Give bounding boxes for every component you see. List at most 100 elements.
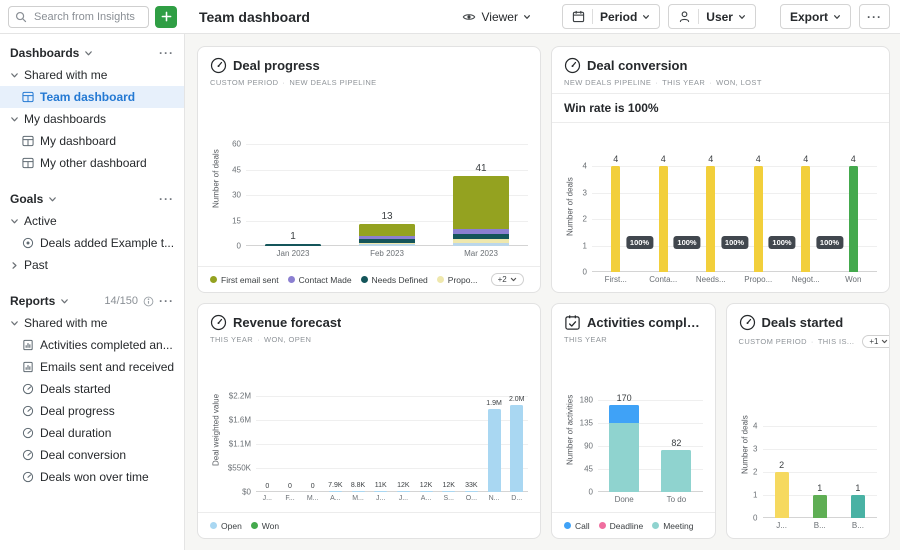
more-button[interactable]: ··· — [859, 4, 890, 29]
bar-b[interactable] — [813, 495, 827, 518]
legend-dot — [361, 276, 368, 283]
bar-n[interactable] — [488, 409, 501, 492]
section-menu-icon[interactable]: ··· — [159, 192, 174, 206]
sidebar-item-my-other-dashboard[interactable]: My other dashboard — [0, 152, 184, 174]
y-tick-label: 0 — [753, 514, 757, 523]
bar-slot: 82 — [650, 400, 702, 492]
legend-item-deadline[interactable]: Deadline — [599, 521, 644, 531]
section-menu-icon[interactable]: ··· — [159, 294, 174, 308]
search-area — [0, 6, 185, 28]
bar-b[interactable] — [851, 495, 865, 518]
bar-feb-2023[interactable] — [359, 224, 415, 246]
filter-label: Custom period — [210, 78, 278, 87]
bar-propo[interactable] — [754, 166, 763, 272]
info-icon[interactable] — [143, 296, 154, 307]
sidebar-item-activities-completed-an[interactable]: Activities completed an... — [0, 334, 184, 356]
bar-slot: 41 — [434, 144, 528, 246]
value-label: 1 — [290, 231, 296, 242]
legend-item-contact-made[interactable]: Contact Made — [288, 275, 352, 285]
bar-won[interactable] — [849, 166, 858, 272]
period-button[interactable]: Period — [562, 4, 660, 29]
bar-j[interactable] — [397, 491, 410, 493]
legend-dot — [251, 522, 258, 529]
value-label: 11K — [375, 482, 387, 489]
sidebar-item-deals-won-over-time[interactable]: Deals won over time — [0, 466, 184, 488]
sidebar-group-active[interactable]: Active — [0, 210, 184, 232]
gauge-lg-icon — [210, 57, 227, 74]
legend-item-won[interactable]: Won — [251, 521, 279, 531]
chevron-down-icon — [10, 319, 19, 328]
bar-negot[interactable] — [801, 166, 810, 272]
user-button[interactable]: User — [668, 4, 756, 29]
sidebar-group-my-dashboards[interactable]: My dashboards — [0, 108, 184, 130]
bar-m[interactable] — [352, 491, 365, 493]
bar-jan-2023[interactable] — [265, 244, 321, 246]
viewer-button[interactable]: Viewer — [453, 4, 539, 29]
filters-more-chip[interactable]: +1 — [862, 335, 889, 348]
x-tick-label: Negot... — [782, 275, 830, 286]
legend-item-propo[interactable]: Propo... — [437, 275, 478, 285]
sidebar-item-deal-duration[interactable]: Deal duration — [0, 422, 184, 444]
search-input-wrap[interactable] — [8, 6, 149, 28]
x-tick-label: A... — [415, 495, 438, 506]
legend-item-open[interactable]: Open — [210, 521, 242, 531]
bar-to-do[interactable] — [661, 450, 691, 492]
card-filters: Custom period·This is...+1 — [727, 333, 890, 354]
bar-s[interactable] — [442, 491, 455, 493]
bar-d[interactable] — [510, 405, 523, 492]
bar-needs[interactable] — [706, 166, 715, 272]
x-tick-label: S... — [437, 495, 460, 506]
add-button[interactable] — [155, 6, 177, 28]
legend-item-meeting[interactable]: Meeting — [652, 521, 693, 531]
search-input[interactable] — [32, 10, 142, 24]
y-tick-label: 60 — [232, 140, 241, 149]
legend-item-first-email-sent[interactable]: First email sent — [210, 275, 279, 285]
bar-group-needs: 4 — [706, 166, 715, 272]
segment-negotiations-started[interactable] — [359, 244, 415, 246]
segment-first-email-sent[interactable] — [453, 176, 509, 229]
bar-group-feb-2023: 13 — [359, 224, 415, 246]
sidebar-group-past[interactable]: Past — [0, 254, 184, 276]
bar-o[interactable] — [465, 491, 478, 493]
sidebar-item-my-dashboard[interactable]: My dashboard — [0, 130, 184, 152]
section-header-dashboards[interactable]: Dashboards··· — [0, 42, 184, 64]
segment-call[interactable] — [609, 405, 639, 423]
segment-needs-defined[interactable] — [265, 244, 321, 246]
value-label: 7.9K — [328, 482, 342, 489]
sidebar-item-deals-added-example-t[interactable]: Deals added Example t... — [0, 232, 184, 254]
sidebar-group-shared-with-me[interactable]: Shared with me — [0, 312, 184, 334]
x-tick-label: A... — [324, 495, 347, 506]
section-menu-icon[interactable]: ··· — [159, 46, 174, 60]
report-icon — [22, 361, 34, 373]
bar-done[interactable] — [609, 405, 639, 492]
bar-conta[interactable] — [659, 166, 668, 272]
sidebar-group-shared-with-me[interactable]: Shared with me — [0, 64, 184, 86]
bar-first[interactable] — [611, 166, 620, 272]
export-button[interactable]: Export — [780, 4, 851, 29]
bar-slot: 2 — [763, 426, 801, 518]
bar-j[interactable] — [775, 472, 789, 518]
segment-first-email-sent[interactable] — [359, 224, 415, 236]
section-header-goals[interactable]: Goals··· — [0, 188, 184, 210]
gauge-icon — [22, 383, 34, 395]
bar-j[interactable] — [374, 491, 387, 493]
sidebar-item-deals-started[interactable]: Deals started — [0, 378, 184, 400]
x-tick-label: First... — [592, 275, 640, 286]
bar-a[interactable] — [329, 491, 342, 493]
section-header-reports[interactable]: Reports14/150··· — [0, 290, 184, 312]
segment-meeting[interactable] — [609, 423, 639, 492]
sidebar-item-emails-sent-and-received[interactable]: Emails sent and received — [0, 356, 184, 378]
legend-more-chip[interactable]: +2 — [491, 273, 524, 286]
segment-meeting[interactable] — [661, 450, 691, 492]
legend-item-call[interactable]: Call — [564, 521, 590, 531]
bar-a[interactable] — [420, 491, 433, 493]
y-tick-label: 180 — [580, 396, 593, 405]
segment-negotiations-started[interactable] — [453, 243, 509, 246]
sidebar-item-deal-conversion[interactable]: Deal conversion — [0, 444, 184, 466]
x-tick-label: N... — [483, 495, 506, 506]
sidebar-item-team-dashboard[interactable]: Team dashboard — [0, 86, 184, 108]
sidebar-item-deal-progress[interactable]: Deal progress — [0, 400, 184, 422]
bar-mar-2023[interactable] — [453, 176, 509, 246]
chevron-down-small-icon — [510, 276, 517, 283]
legend-item-needs-defined[interactable]: Needs Defined — [361, 275, 428, 285]
